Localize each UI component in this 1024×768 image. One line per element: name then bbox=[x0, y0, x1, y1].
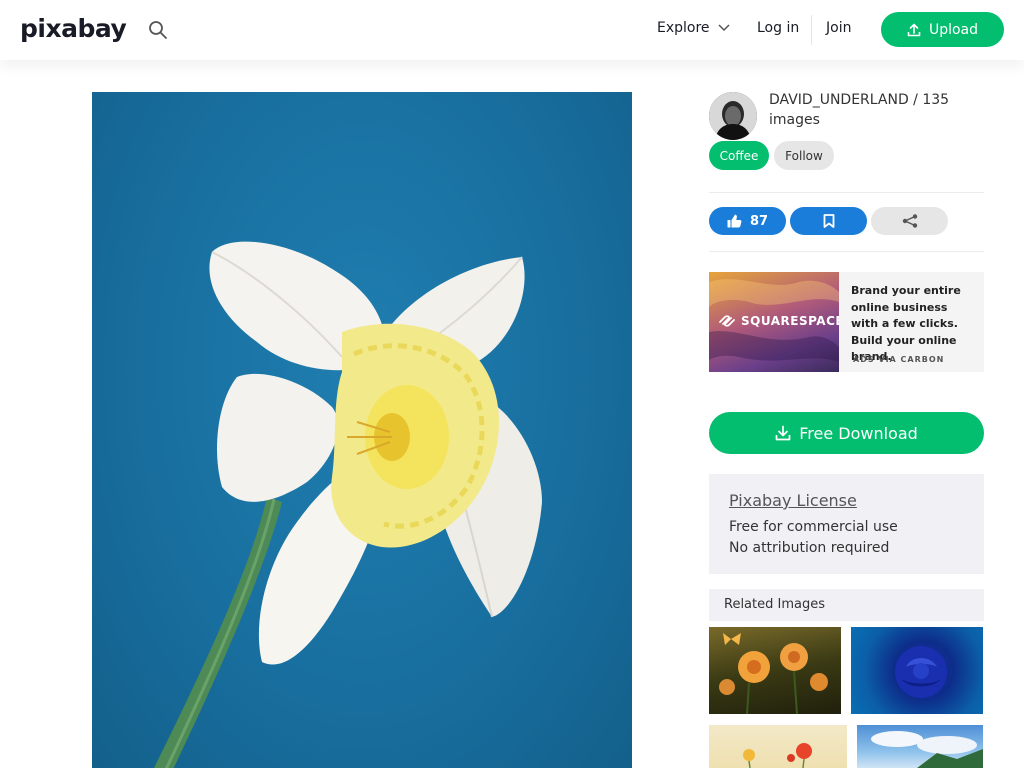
save-button[interactable] bbox=[790, 207, 867, 235]
divider bbox=[709, 251, 984, 252]
divider bbox=[709, 192, 984, 193]
daffodil-photo bbox=[153, 241, 542, 768]
explore-menu[interactable]: Explore bbox=[657, 20, 730, 36]
like-count: 87 bbox=[749, 213, 769, 229]
upload-label: Upload bbox=[928, 21, 979, 38]
squarespace-logo-icon bbox=[719, 315, 735, 327]
avatar-image bbox=[709, 92, 757, 140]
share-icon bbox=[902, 214, 917, 228]
main-photo[interactable] bbox=[92, 92, 632, 768]
related-image-thumbnail[interactable] bbox=[709, 725, 847, 768]
license-link[interactable]: Pixabay License bbox=[729, 491, 964, 510]
poppies-image bbox=[743, 743, 812, 768]
related-image-thumbnail[interactable] bbox=[857, 725, 983, 768]
explore-label: Explore bbox=[657, 20, 710, 36]
share-button[interactable] bbox=[871, 207, 948, 235]
bookmark-icon bbox=[823, 214, 834, 228]
site-header: pixabay Explore Log in Join Upload bbox=[0, 0, 1024, 60]
ad-brand: SQUARESPACE bbox=[717, 314, 839, 328]
search-icon[interactable] bbox=[148, 20, 168, 40]
pixabay-logo[interactable]: pixabay bbox=[20, 14, 127, 43]
ad-text[interactable]: Brand your entire online business with a… bbox=[851, 283, 976, 366]
like-button[interactable]: 87 bbox=[709, 207, 786, 235]
license-line-1: Free for commercial use bbox=[729, 519, 898, 535]
login-link[interactable]: Log in bbox=[757, 20, 799, 36]
related-image-thumbnail[interactable] bbox=[709, 627, 841, 714]
upload-button[interactable]: Upload bbox=[881, 12, 1004, 47]
blue-rose-image bbox=[895, 646, 947, 698]
download-icon bbox=[775, 425, 791, 441]
nav-divider bbox=[811, 15, 812, 45]
license-box: Pixabay License Free for commercial use … bbox=[709, 474, 984, 574]
carbon-ad[interactable]: SQUARESPACE Brand your entire online bus… bbox=[709, 272, 984, 372]
author-avatar[interactable] bbox=[709, 92, 757, 140]
sky-forest-image bbox=[871, 731, 983, 768]
coffee-button[interactable]: Coffee bbox=[709, 141, 769, 170]
thumbs-up-icon bbox=[727, 214, 742, 228]
related-image-thumbnail[interactable] bbox=[851, 627, 983, 714]
join-link[interactable]: Join bbox=[826, 20, 851, 36]
related-images-heading: Related Images bbox=[709, 589, 984, 621]
ad-via[interactable]: ADS VIA CARBON bbox=[853, 355, 944, 364]
ad-image[interactable]: SQUARESPACE bbox=[709, 272, 839, 372]
author-name[interactable]: DAVID_UNDERLAND / 135 images bbox=[769, 90, 979, 130]
upload-icon bbox=[907, 23, 921, 36]
chevron-down-icon bbox=[718, 24, 730, 32]
orange-flowers-butterfly-image bbox=[719, 633, 828, 714]
license-line-2: No attribution required bbox=[729, 540, 890, 556]
download-label: Free Download bbox=[799, 423, 918, 443]
ad-brand-label: SQUARESPACE bbox=[741, 314, 839, 328]
follow-button[interactable]: Follow bbox=[774, 141, 834, 170]
free-download-button[interactable]: Free Download bbox=[709, 412, 984, 454]
